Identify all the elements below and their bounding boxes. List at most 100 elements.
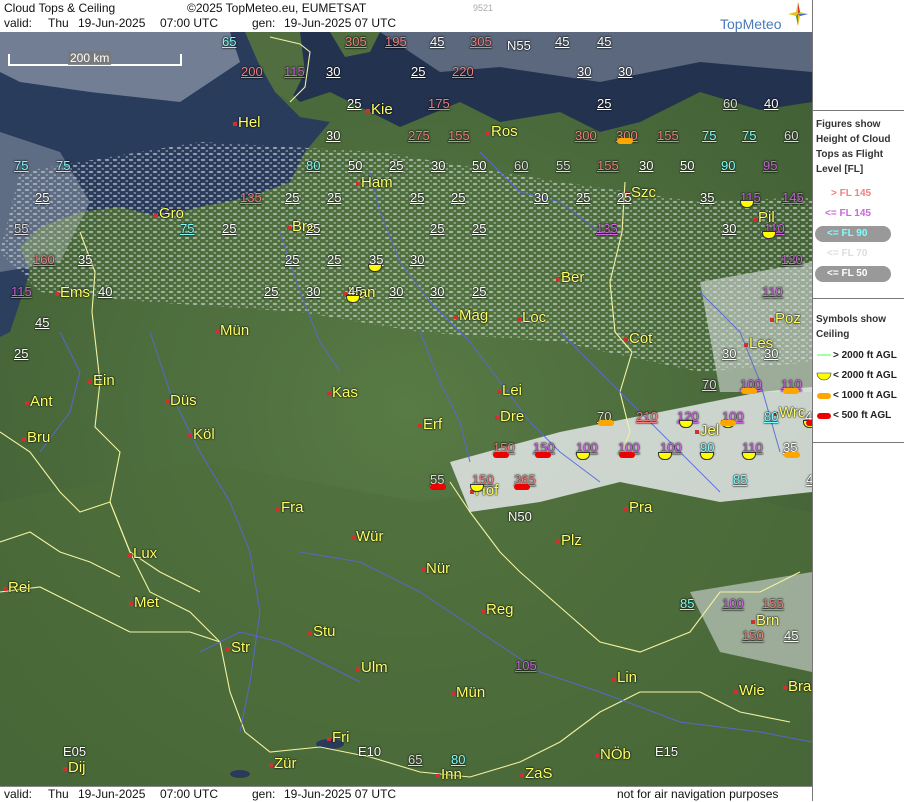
map-annotations: Hel Kie Ros Ham Gro Bre Szc Pil Ems Han Ber Poz Mag L…: [0, 32, 812, 786]
city-marker: [624, 338, 628, 342]
legend-panel: Figures show Height of Cloud Tops as Fli…: [812, 0, 904, 801]
ceiling-pill-marker: [617, 138, 633, 144]
city-label: Rei: [8, 579, 31, 596]
cloud-top-value: 25: [222, 221, 237, 236]
city-marker: [495, 416, 499, 420]
city-marker: [418, 424, 422, 428]
city-label: Düs: [170, 392, 197, 409]
ceiling-half-circle-marker: [576, 452, 590, 460]
valid-time: 07:00 UTC: [160, 16, 219, 30]
footer-valid-date: 19-Jun-2025: [78, 787, 146, 801]
city-label: Mün: [456, 684, 486, 701]
city-marker: [129, 602, 133, 606]
city-label: Ant: [30, 393, 53, 410]
legend-divider-top: [813, 110, 904, 111]
legend-divider-bottom: [813, 442, 904, 443]
city-marker: [520, 773, 524, 777]
cloud-top-value: 115: [11, 284, 32, 299]
city-label: Brn: [756, 612, 780, 629]
city-label: Szc: [631, 184, 657, 201]
cloud-top-value: 90: [721, 158, 736, 173]
cloud-top-value: 25: [14, 346, 29, 361]
cloud-top-value: 50: [472, 158, 487, 173]
cloud-top-value: 200: [241, 64, 263, 79]
cloud-top-value: 155: [657, 128, 679, 143]
satellite-map[interactable]: 200 km Hel Kie Ros Ham Gro Bre Szc Pil Ems Han Ber…: [0, 32, 812, 786]
city-marker: [128, 553, 132, 557]
city-marker: [154, 213, 158, 217]
ceiling-pill-marker: [430, 484, 446, 490]
city-label: Bra: [788, 678, 812, 695]
cloud-top-value: 30: [722, 221, 737, 236]
cloud-top-value: 195: [385, 34, 407, 49]
city-label: NÖb: [600, 746, 631, 763]
cloud-top-value: 45: [555, 34, 570, 49]
city-label: Dij: [68, 759, 86, 776]
city-marker: [481, 609, 485, 613]
cloud-top-value: 30: [410, 252, 425, 267]
cloud-top-value: 75: [14, 158, 29, 173]
city-marker: [287, 226, 291, 230]
cloud-top-value: 55: [556, 158, 571, 173]
topmeteo-logo[interactable]: TopMeteo: [720, 2, 810, 32]
city-marker: [436, 774, 440, 778]
city-label: Lin: [617, 669, 638, 686]
city-label: Wie: [739, 682, 765, 699]
city-marker: [88, 380, 92, 384]
cloud-top-value: 25: [285, 190, 300, 205]
city-marker: [486, 131, 490, 135]
cloud-top-value: 45: [597, 34, 612, 49]
cloud-top-value: 60: [723, 96, 738, 111]
ceiling-pill-marker: [784, 452, 800, 458]
cloud-top-value: 275: [408, 128, 430, 143]
tops-legend-item-4: <= FL 50: [827, 268, 868, 279]
city-label: Str: [231, 639, 251, 656]
cloud-top-value: 25: [617, 190, 632, 205]
ceiling-half-circle-marker: [762, 231, 776, 239]
cloud-top-value: 35: [78, 252, 93, 267]
city-label: ZaS: [525, 765, 553, 782]
cloud-top-value: 85: [733, 472, 748, 487]
cloud-top-value: 25: [347, 96, 362, 111]
cloud-top-value: 25: [35, 190, 50, 205]
city-label: Reg: [486, 601, 514, 618]
cloud-top-value: 135: [596, 221, 618, 236]
cloud-top-value: 30: [577, 64, 592, 79]
city-marker: [3, 587, 7, 591]
disclaimer-text: not for air navigation purposes: [617, 787, 779, 801]
city-label: Ros: [491, 123, 518, 140]
cloud-top-value: 300: [575, 128, 597, 143]
cloud-top-value: 75: [702, 128, 717, 143]
city-label: Wür: [356, 528, 384, 545]
ceiling-half-circle-marker: [368, 264, 382, 272]
city-label: Ein: [93, 372, 115, 389]
cloud-top-value: 105: [515, 658, 537, 673]
city-label: Stu: [313, 623, 336, 640]
city-marker: [226, 647, 230, 651]
cloud-top-value: 135: [240, 190, 262, 205]
ceiling-pill-marker: [493, 452, 509, 458]
grid-label: N55: [507, 38, 531, 53]
tops-legend-item-3: <= FL 70: [827, 248, 868, 259]
city-marker: [215, 330, 219, 334]
ceiling-half-circle-marker: [346, 295, 360, 303]
city-label: Hel: [238, 114, 261, 131]
cloud-top-value: 75: [742, 128, 757, 143]
ceiling-red-pill-icon: [817, 413, 831, 419]
city-label: Mag: [459, 307, 489, 324]
cloud-top-value: 30: [326, 64, 341, 79]
city-label: Ulm: [361, 659, 388, 676]
ceiling-half-circle-marker: [658, 452, 672, 460]
grid-label: N50: [508, 509, 532, 524]
cloud-top-value: 80: [451, 752, 466, 767]
ceiling-pill-marker: [619, 452, 635, 458]
cloud-top-value: 30: [764, 346, 779, 361]
city-label: Erf: [423, 416, 443, 433]
cloud-top-value: 25: [410, 190, 425, 205]
cloud-top-value: 75: [180, 221, 195, 236]
cloud-top-value: 50: [680, 158, 695, 173]
ceiling-half-circle-icon: [816, 372, 832, 381]
cloud-top-value: 60: [784, 128, 799, 143]
cloud-top-value: 25: [327, 252, 342, 267]
map-title: Cloud Tops & Ceiling: [4, 1, 116, 15]
